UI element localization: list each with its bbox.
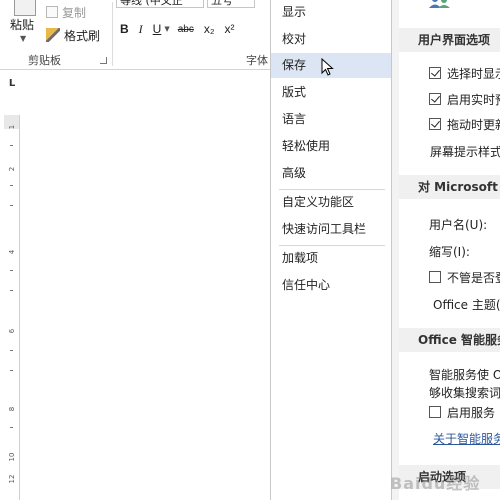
font-format-tools: B I U ▼ abc x₂ x² — [120, 20, 245, 38]
tab-selector[interactable]: L — [4, 76, 20, 92]
ruler-mark: 6 — [8, 328, 16, 334]
option-live-preview[interactable]: 启用实时预 — [429, 90, 500, 108]
clipboard-icon — [14, 0, 36, 16]
paste-button[interactable]: 粘贴 ▼ — [6, 0, 42, 48]
vertical-ruler: 1 2 4 6 8 10 12 — [4, 115, 20, 500]
subscript-button[interactable]: x₂ — [204, 22, 215, 36]
nav-item-proofing[interactable]: 校对 — [271, 27, 391, 52]
nav-item-display[interactable]: 显示 — [271, 0, 391, 25]
ruler-tick — [10, 370, 13, 371]
font-name-combobox[interactable]: 等线 (中文正 — [116, 0, 204, 8]
ruler-tick — [10, 185, 13, 186]
bold-button[interactable]: B — [120, 22, 129, 36]
nav-item-save[interactable]: 保存 — [271, 53, 391, 78]
group-divider — [112, 2, 113, 66]
nav-item-add-ins[interactable]: 加载项 — [271, 246, 391, 271]
people-icon — [429, 0, 450, 8]
option-label: 选择时显示 — [447, 66, 500, 81]
ruler-tick — [10, 290, 13, 291]
screen: 粘贴 ▼ 复制 格式刷 剪贴板 等线 (中文正 五号 B I U ▼ abc x… — [0, 0, 500, 500]
ruler-tick — [10, 427, 13, 428]
copy-label: 复制 — [62, 5, 87, 20]
format-painter-button[interactable]: 格式刷 — [46, 27, 100, 43]
section-header-ui-options: 用户界面选项 — [399, 28, 500, 52]
checkbox-unchecked[interactable] — [429, 271, 441, 283]
intelligent-desc-line2: 够收集搜索词 — [429, 386, 500, 400]
font-size-combobox[interactable]: 五号 — [207, 0, 255, 8]
copy-icon — [46, 6, 58, 18]
ruler-mark: 2 — [8, 166, 16, 172]
nav-item-ease-of-access[interactable]: 轻松使用 — [271, 134, 391, 159]
options-panel: 用户界面选项 选择时显示 启用实时预 拖动时更新 屏幕提示样式 对 Micros… — [392, 0, 500, 500]
ruler-mark: 4 — [8, 249, 16, 255]
option-label: 启用实时预 — [447, 92, 500, 107]
font-group-label: 字体 — [246, 54, 268, 67]
document-area[interactable] — [0, 100, 270, 500]
initials-label: 缩写(I): — [429, 245, 470, 259]
screentip-style-label: 屏幕提示样式 — [430, 145, 500, 159]
checkbox-checked[interactable] — [429, 118, 441, 130]
format-painter-label: 格式刷 — [64, 28, 101, 43]
option-enable-services[interactable]: 启用服务 — [429, 403, 495, 421]
mouse-pointer-icon — [321, 58, 334, 76]
ruler-mark: 10 — [8, 452, 16, 462]
nav-item-customize-ribbon[interactable]: 自定义功能区 — [271, 190, 391, 215]
copy-button[interactable]: 复制 — [46, 4, 86, 20]
clipboard-group-label: 剪贴板 — [28, 54, 61, 67]
nav-item-advanced[interactable]: 高级 — [271, 161, 391, 186]
nav-item-trust-center[interactable]: 信任中心 — [271, 273, 391, 298]
underline-button[interactable]: U — [153, 22, 162, 36]
options-panel-content: 用户界面选项 选择时显示 启用实时预 拖动时更新 屏幕提示样式 对 Micros… — [399, 0, 500, 500]
dialog-launcher-icon[interactable] — [100, 57, 107, 64]
office-theme-label: Office 主题(T — [433, 298, 500, 312]
option-label: 启用服务 — [447, 405, 496, 420]
italic-button[interactable]: I — [139, 22, 143, 37]
chevron-down-icon: ▼ — [20, 34, 27, 43]
nav-item-language[interactable]: 语言 — [271, 107, 391, 132]
options-nav: 显示 校对 保存 版式 语言 轻松使用 高级 自定义功能区 快速访问工具栏 加载… — [270, 0, 392, 500]
ruler-tick — [10, 350, 13, 351]
nav-item-layout[interactable]: 版式 — [271, 80, 391, 105]
checkbox-checked[interactable] — [429, 67, 441, 79]
option-label: 不管是否登 — [447, 270, 500, 285]
ribbon: 粘贴 ▼ 复制 格式刷 剪贴板 等线 (中文正 五号 B I U ▼ abc x… — [0, 0, 270, 70]
ruler-tick — [10, 270, 13, 271]
option-always-use-values[interactable]: 不管是否登 — [429, 268, 500, 286]
option-mini-toolbar[interactable]: 选择时显示 — [429, 64, 500, 82]
superscript-button[interactable]: x² — [225, 22, 235, 36]
nav-item-quick-access-toolbar[interactable]: 快速访问工具栏 — [271, 217, 391, 242]
ruler-mark: 1 — [8, 124, 16, 130]
section-header-intelligent-services: Office 智能服务 — [399, 328, 500, 352]
intelligent-desc-line1: 智能服务使 O — [429, 368, 500, 382]
watermark: Baidu经验 — [390, 474, 481, 493]
chevron-down-icon[interactable]: ▼ — [164, 25, 169, 33]
option-label: 拖动时更新 — [447, 117, 500, 132]
ruler-mark: 12 — [8, 474, 16, 484]
strikethrough-button[interactable]: abc — [178, 24, 194, 35]
ruler-mark: 8 — [8, 406, 16, 412]
checkbox-unchecked[interactable] — [429, 406, 441, 418]
checkbox-checked[interactable] — [429, 93, 441, 105]
nav-item-label: 保存 — [282, 58, 307, 72]
ruler-tick — [10, 145, 13, 146]
ruler-tick — [10, 205, 13, 206]
paintbrush-icon — [46, 28, 60, 42]
option-update-on-drag[interactable]: 拖动时更新 — [429, 115, 500, 133]
paste-label: 粘贴 — [10, 18, 35, 32]
section-header-personalize: 对 Microsoft O — [399, 175, 500, 199]
about-intelligent-services-link[interactable]: 关于智能服务 — [433, 430, 500, 447]
username-label: 用户名(U): — [429, 218, 488, 232]
